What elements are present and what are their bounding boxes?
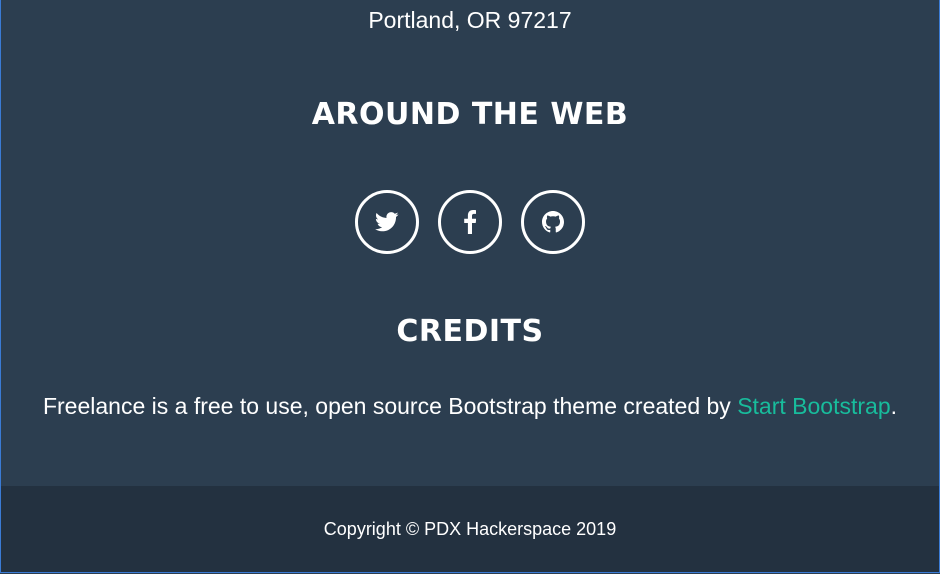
- facebook-icon: [464, 210, 476, 234]
- social-links: [1, 190, 939, 254]
- credits-suffix: .: [890, 393, 898, 419]
- credits-heading: CREDITS: [396, 314, 544, 349]
- credits-text: Freelance is a free to use, open source …: [1, 391, 939, 421]
- twitter-icon: [375, 212, 399, 232]
- facebook-button[interactable]: [438, 190, 502, 254]
- github-button[interactable]: [521, 190, 585, 254]
- footer-main: Portland, OR 97217 AROUND THE WEB CREDIT…: [1, 0, 939, 486]
- around-the-web-heading: AROUND THE WEB: [311, 97, 629, 132]
- twitter-button[interactable]: [355, 190, 419, 254]
- address-text: Portland, OR 97217: [368, 7, 572, 33]
- github-icon: [542, 211, 564, 233]
- start-bootstrap-link[interactable]: Start Bootstrap: [737, 393, 890, 419]
- credits-prefix: Freelance is a free to use, open source …: [42, 393, 738, 419]
- copyright-bar: Copyright © PDX Hackerspace 2019: [1, 486, 939, 573]
- copyright-text: Copyright © PDX Hackerspace 2019: [323, 519, 617, 539]
